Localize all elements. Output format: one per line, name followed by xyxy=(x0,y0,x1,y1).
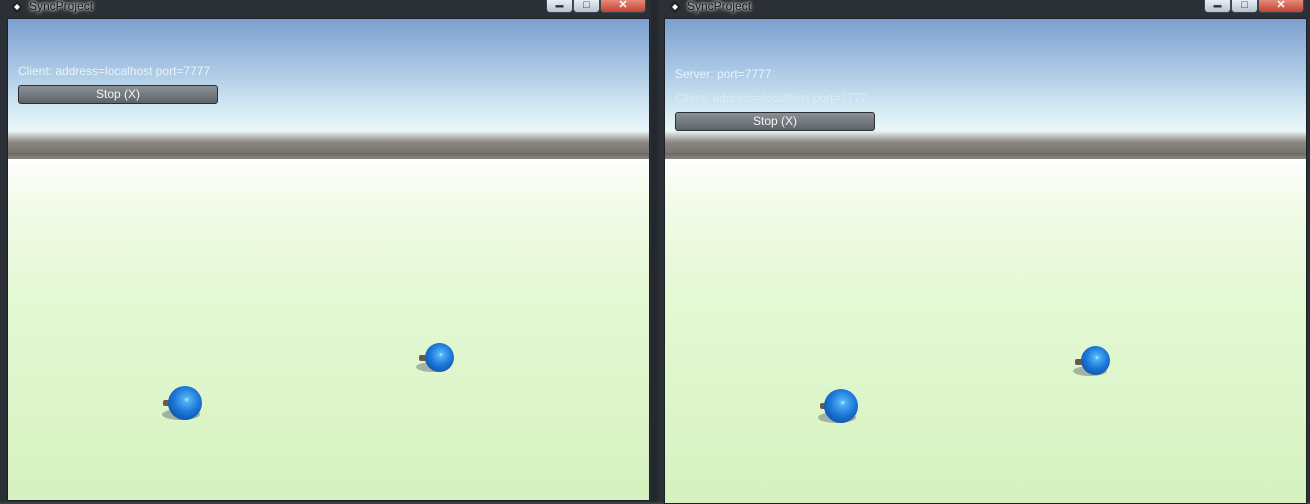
minimize-button[interactable]: ▬ xyxy=(546,0,573,13)
titlebar[interactable]: SyncProject ▬ □ ✕ xyxy=(658,0,1310,16)
ground-plane xyxy=(8,159,649,500)
maximize-button[interactable]: □ xyxy=(573,0,600,13)
close-icon: ✕ xyxy=(618,0,628,11)
window-title: SyncProject xyxy=(29,0,94,13)
server-status-text: Server: port=7777 xyxy=(675,67,772,81)
minimize-icon: ▬ xyxy=(1213,0,1222,10)
game-viewport[interactable]: Server: port=7777 Client: address=localh… xyxy=(664,18,1307,504)
maximize-icon: □ xyxy=(583,0,590,11)
stop-button[interactable]: Stop (X) xyxy=(18,85,218,104)
ground-plane xyxy=(665,159,1306,503)
minimize-icon: ▬ xyxy=(555,0,564,10)
close-icon: ✕ xyxy=(1276,0,1286,11)
client-window[interactable]: SyncProject ▬ □ ✕ Client: address=localh… xyxy=(0,0,655,502)
player-sphere xyxy=(824,389,858,423)
game-viewport[interactable]: Client: address=localhost port=7777 Stop… xyxy=(7,18,650,501)
client-status-text: Client: address=localhost port=7777 xyxy=(18,64,211,78)
player-sphere xyxy=(1081,346,1110,375)
close-button[interactable]: ✕ xyxy=(1258,0,1304,13)
player-sphere xyxy=(425,343,454,372)
minimize-button[interactable]: ▬ xyxy=(1204,0,1231,13)
client-status-text: Client: address=localhost port=7777 xyxy=(675,91,868,105)
server-window[interactable]: SyncProject ▬ □ ✕ Server: port=7777 Clie… xyxy=(658,0,1310,504)
window-title: SyncProject xyxy=(687,0,752,13)
player-sphere xyxy=(168,386,202,420)
stop-button[interactable]: Stop (X) xyxy=(675,112,875,131)
unity-logo-icon xyxy=(669,1,681,13)
maximize-icon: □ xyxy=(1241,0,1248,11)
close-button[interactable]: ✕ xyxy=(600,0,646,13)
unity-logo-icon xyxy=(11,1,23,13)
skybox xyxy=(665,19,1306,159)
titlebar[interactable]: SyncProject ▬ □ ✕ xyxy=(0,0,655,16)
maximize-button[interactable]: □ xyxy=(1231,0,1258,13)
